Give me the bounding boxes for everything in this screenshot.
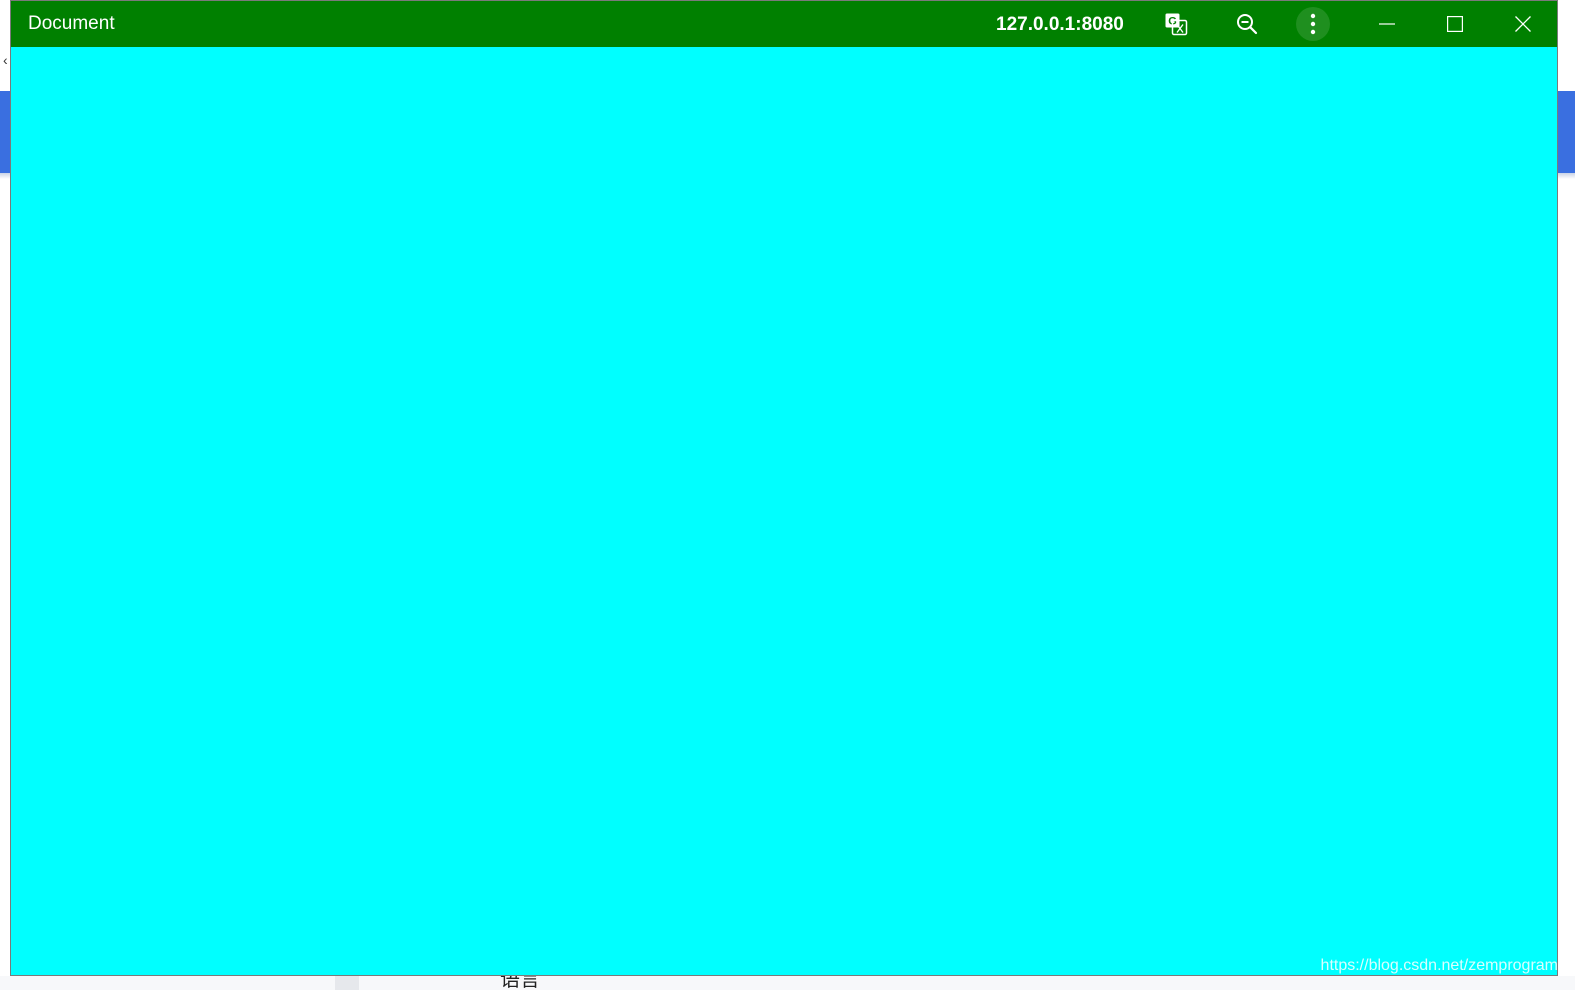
minimize-icon xyxy=(1379,23,1395,25)
title-bar[interactable]: Document 127.0.0.1:8080 G xyxy=(11,1,1557,47)
more-vertical-icon xyxy=(1310,13,1316,35)
zoom-out-icon xyxy=(1237,14,1258,35)
minimize-button[interactable] xyxy=(1353,1,1421,47)
window-origin: 127.0.0.1:8080 xyxy=(996,14,1124,35)
page-content[interactable] xyxy=(11,47,1557,975)
close-button[interactable] xyxy=(1489,1,1557,47)
maximize-icon xyxy=(1447,16,1463,32)
app-window: Document 127.0.0.1:8080 G xyxy=(10,0,1558,976)
background-bottom-strip xyxy=(0,976,1575,990)
maximize-button[interactable] xyxy=(1421,1,1489,47)
translate-button[interactable]: G xyxy=(1158,1,1194,47)
background-back-icon: ‹ xyxy=(3,52,8,68)
translate-icon: G xyxy=(1165,13,1188,36)
app-menu-highlight xyxy=(1296,7,1330,41)
close-icon xyxy=(1515,16,1531,32)
background-bottom-block xyxy=(335,976,359,990)
desktop: ‹ 语言 Document 127.0.0.1:8080 G https://b… xyxy=(0,0,1575,990)
watermark-text: https://blog.csdn.net/zemprogram xyxy=(1320,957,1558,974)
app-menu-button[interactable] xyxy=(1295,1,1331,47)
zoom-button[interactable] xyxy=(1229,1,1265,47)
window-title: Document xyxy=(28,13,115,34)
